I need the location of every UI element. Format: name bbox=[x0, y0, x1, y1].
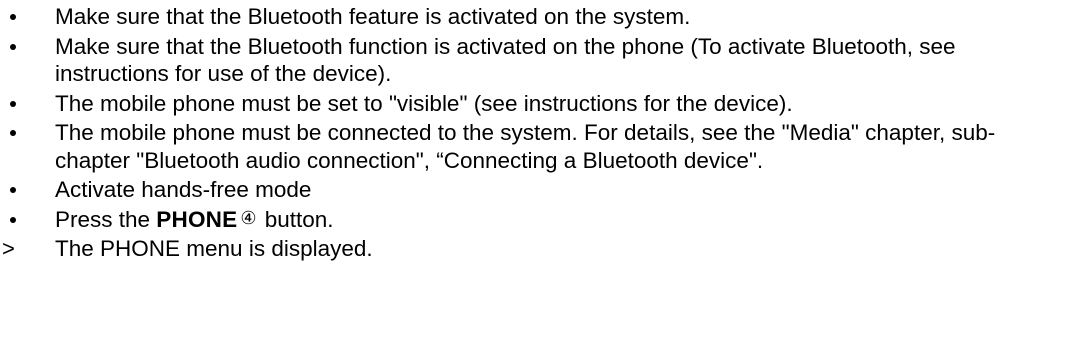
bullet-item-press-phone: Press the PHONE ④ button. bbox=[0, 206, 1065, 234]
bullet-item-phone-visible: The mobile phone must be set to "visible… bbox=[0, 90, 1065, 118]
bullet-text: Activate hands-free mode bbox=[55, 177, 312, 202]
bullet-marker bbox=[0, 33, 55, 61]
bullet-text: The mobile phone must be set to "visible… bbox=[55, 90, 793, 116]
bullet-marker bbox=[0, 90, 55, 118]
bullet-text: The mobile phone must be connected to th… bbox=[55, 120, 996, 173]
bullet-item-bluetooth-system: Make sure that the Bluetooth feature is … bbox=[0, 3, 1065, 31]
bullet-item-bluetooth-phone: Make sure that the Bluetooth function is… bbox=[0, 33, 1065, 88]
bullet-text: Press the PHONE ④ button. bbox=[55, 206, 1065, 234]
press-text-before: Press the bbox=[55, 206, 157, 232]
result-text: The PHONE menu is displayed. bbox=[55, 236, 373, 261]
circled-number-four-icon: ④ bbox=[240, 207, 257, 228]
bullet-marker bbox=[0, 119, 55, 147]
bullet-marker bbox=[0, 176, 55, 204]
bullet-item-hands-free: Activate hands-free mode bbox=[0, 176, 1065, 204]
instruction-page: Make sure that the Bluetooth feature is … bbox=[0, 0, 1065, 360]
bullet-marker bbox=[0, 3, 55, 31]
bullet-marker bbox=[0, 206, 55, 234]
phone-button-label: PHONE bbox=[156, 206, 238, 232]
bullet-text: Make sure that the Bluetooth function is… bbox=[55, 33, 956, 87]
result-item: > The PHONE menu is displayed. bbox=[0, 235, 1065, 263]
bullet-text: Make sure that the Bluetooth feature is … bbox=[55, 4, 691, 29]
press-text-after: button. bbox=[258, 206, 334, 232]
bullet-item-phone-connected: The mobile phone must be connected to th… bbox=[0, 119, 1065, 174]
result-arrow-icon: > bbox=[2, 236, 15, 261]
